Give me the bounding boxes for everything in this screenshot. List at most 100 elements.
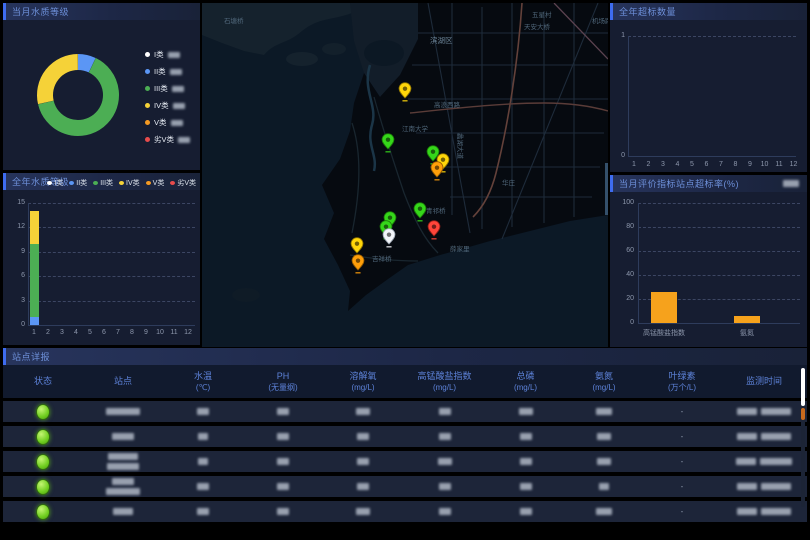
blurred-value	[357, 433, 369, 440]
column-name: 氨氮	[595, 371, 613, 382]
x-axis-tick: 1	[32, 329, 36, 336]
dash-value: -	[681, 432, 684, 441]
legend-dot	[145, 52, 150, 57]
blurred-value	[597, 433, 611, 440]
column-name: 溶解氧	[349, 371, 376, 382]
blurred-value	[198, 433, 208, 440]
value-redacted	[403, 483, 486, 490]
value-redacted	[163, 508, 243, 515]
legend-item[interactable]: II类	[145, 66, 190, 77]
legend-dot	[145, 137, 150, 142]
city-map[interactable]: 石塘桥五星村滨湖区天安大桥高浪西路江南大学蠡湖大道青祁桥薛家里吉祥桥机场路华庄	[202, 3, 608, 347]
x-axis-tick: 3	[661, 161, 665, 168]
table-scrollbar-track[interactable]	[801, 368, 805, 507]
column-unit: (无量纲)	[268, 382, 297, 393]
stacked-bar-IV类	[30, 211, 39, 244]
donut-slice-II类[interactable]	[78, 62, 92, 65]
map-label: 石塘桥	[224, 16, 244, 25]
legend-item[interactable]: III类	[145, 83, 190, 94]
x-axis-tick: 6	[102, 329, 106, 336]
donut-slice-IV类[interactable]	[45, 62, 78, 102]
station-name-redacted	[83, 453, 163, 470]
monitor-time-redacted	[721, 483, 807, 490]
pin-hole	[388, 215, 392, 219]
y-axis-tick: 100	[614, 199, 634, 207]
blurred-value	[519, 408, 533, 415]
gridline	[28, 227, 195, 228]
legend-label: IV类	[154, 100, 169, 111]
blurred-value	[520, 508, 532, 515]
y-axis-tick: 60	[614, 247, 634, 255]
table-header-溶解氧: 溶解氧(mg/L)	[323, 365, 403, 398]
table-row[interactable]: -	[3, 426, 807, 447]
value-redacted	[486, 508, 565, 515]
blurred-value	[277, 508, 289, 515]
map-label: 青祁桥	[426, 206, 446, 215]
value-redacted	[243, 433, 323, 440]
blurred-value	[439, 408, 451, 415]
table-scrollbar-thumb-secondary[interactable]	[801, 408, 805, 420]
value-redacted	[323, 408, 403, 415]
blurred-value	[520, 483, 532, 490]
value-redacted	[403, 433, 486, 440]
column-unit: (mg/L)	[592, 382, 615, 393]
dash-value: -	[681, 457, 684, 466]
panel-month-quality: 当月水质等级 I类II类III类IV类V类劣V类	[3, 3, 200, 170]
pin-hole	[441, 157, 445, 161]
legend-value-redacted	[178, 137, 190, 143]
value-redacted	[565, 408, 643, 415]
station-name-redacted	[83, 508, 163, 515]
y-axis-tick: 20	[614, 295, 634, 303]
legend-item[interactable]: IV类	[145, 100, 190, 111]
column-unit: (℃)	[196, 382, 210, 393]
table-scrollbar-thumb[interactable]	[801, 368, 805, 406]
table-header-PH: PH(无量纲)	[243, 365, 323, 398]
x-axis	[628, 156, 796, 157]
column-name: 叶绿素	[668, 371, 695, 382]
station-name-redacted	[83, 478, 163, 495]
x-axis-tick: 8	[734, 161, 738, 168]
table-row[interactable]: -	[3, 501, 807, 522]
chlorophyll-value: -	[643, 507, 721, 516]
blurred-value	[112, 433, 134, 440]
x-axis-tick: 2	[647, 161, 651, 168]
legend-label: III类	[154, 83, 168, 94]
value-redacted	[323, 483, 403, 490]
map-label: 滨湖区	[430, 35, 453, 45]
blurred-value	[197, 408, 209, 415]
legend-item[interactable]: 劣V类	[145, 134, 190, 145]
blurred-value	[107, 463, 139, 470]
value-redacted	[486, 483, 565, 490]
blurred-value	[198, 458, 208, 465]
column-name: 总磷	[516, 371, 534, 382]
gridline	[638, 275, 800, 276]
value-redacted	[163, 433, 243, 440]
monitor-time-redacted	[721, 508, 807, 515]
panel-year-exceed: 全年超标数量 10123456789101112	[610, 3, 807, 172]
legend-item[interactable]: I类	[145, 49, 190, 60]
x-axis-tick: 5	[88, 329, 92, 336]
blurred-value	[439, 508, 451, 515]
stacked-bar-III类	[30, 244, 39, 317]
chlorophyll-value: -	[643, 432, 721, 441]
map-pin-marker-base	[402, 100, 407, 101]
map-pin-marker-base	[386, 246, 391, 247]
legend-item[interactable]: V类	[145, 117, 190, 128]
pin-hole	[387, 232, 391, 236]
legend-label: 劣V类	[154, 134, 174, 145]
legend-dot	[145, 69, 150, 74]
y-axis	[628, 36, 629, 156]
blurred-value	[277, 458, 289, 465]
table-header-row: 状态站点水温(℃)PH(无量纲)溶解氧(mg/L)高锰酸盐指数(mg/L)总磷(…	[3, 365, 807, 398]
table-header-高锰酸盐指数: 高锰酸盐指数(mg/L)	[403, 365, 486, 398]
column-unit: (mg/L)	[351, 382, 374, 393]
table-row[interactable]: -	[3, 451, 807, 472]
dash-value: -	[681, 507, 684, 516]
table-row[interactable]: -	[3, 476, 807, 497]
dash-value: -	[681, 407, 684, 416]
x-axis-tick: 4	[676, 161, 680, 168]
map-panel[interactable]: 石塘桥五星村滨湖区天安大桥高浪西路江南大学蠡湖大道青祁桥薛家里吉祥桥机场路华庄	[202, 3, 608, 347]
table-row[interactable]: -	[3, 401, 807, 422]
pin-hole	[386, 137, 390, 141]
value-redacted	[486, 458, 565, 465]
